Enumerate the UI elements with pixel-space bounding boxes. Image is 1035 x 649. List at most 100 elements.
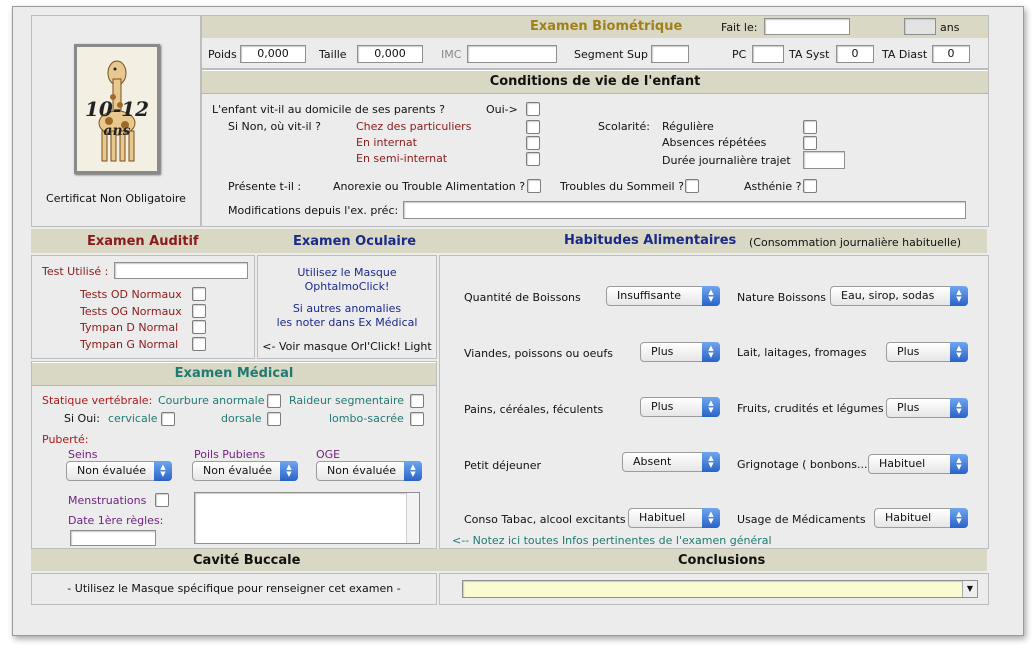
trajet-input[interactable] (803, 151, 845, 169)
modifs-input[interactable] (403, 201, 966, 219)
seins-select[interactable]: Non évaluée ▲ ▼ (66, 461, 172, 481)
cervicale-checkbox[interactable] (161, 412, 175, 426)
asthenie-checkbox[interactable] (803, 179, 817, 193)
logo-age-text: 10-12 (85, 97, 149, 121)
scolarite-trajet: Durée journalière trajet (662, 154, 791, 167)
taille-input[interactable]: 0,000 (357, 45, 423, 63)
segment-input[interactable] (651, 45, 689, 63)
puberte-label: Puberté: (42, 433, 89, 446)
conclusions-combo[interactable]: ▼ (462, 580, 978, 598)
notes-scrollbar[interactable] (406, 493, 419, 543)
nature-label: Nature Boissons (737, 291, 827, 304)
poils-value: Non évaluée (203, 464, 273, 477)
oculaire-title: Examen Oculaire (293, 234, 417, 249)
ta-syst-input[interactable]: 0 (836, 45, 874, 63)
cervicale-label: cervicale (108, 412, 158, 425)
nature-select[interactable]: Eau, sirop, sodas ▲ ▼ (830, 286, 968, 306)
biometrique-title: Examen Biométrique (530, 19, 683, 34)
dorsale-checkbox[interactable] (267, 412, 281, 426)
boissons-select[interactable]: Insuffisante ▲ ▼ (606, 286, 720, 306)
absences-checkbox[interactable] (803, 136, 817, 150)
fruits-label: Fruits, crudités et légumes (737, 402, 884, 415)
tympan-g-label: Tympan G Normal (80, 338, 179, 351)
fait-le-input[interactable] (764, 18, 850, 35)
seins-value: Non évaluée (77, 464, 147, 477)
grignotage-label: Grignotage ( bonbons...) (737, 458, 872, 471)
dorsale-label: dorsale (221, 412, 262, 425)
ans-label: ans (940, 21, 960, 34)
oculaire-line3: Si autres anomalies (292, 302, 402, 315)
poids-input[interactable]: 0,000 (240, 45, 306, 63)
habitudes-panel: Quantité de Boissons Insuffisante ▲ ▼ Nat… (439, 255, 989, 549)
test-og-checkbox[interactable] (192, 304, 206, 318)
oge-value: Non évaluée (327, 464, 397, 477)
test-label: Test Utilisé : (42, 265, 109, 278)
medical-notes-textarea[interactable] (194, 492, 420, 544)
conclusions-panel: ▼ (439, 573, 989, 605)
scolarite-label: Scolarité: (598, 120, 650, 133)
pains-select[interactable]: Plus ▲ ▼ (640, 397, 720, 417)
imc-input[interactable] (467, 45, 557, 63)
giraffe-logo: 10-12 ans (74, 44, 160, 174)
anorexie-label: Anorexie ou Trouble Alimentation ? (333, 180, 526, 193)
conditions-panel: Conditions de vie de l'enfant L'enfant v… (201, 69, 989, 227)
oculaire-line4: les noter dans Ex Médical (276, 316, 418, 329)
medic-value: Habituel (885, 511, 932, 524)
chevron-updown-icon: ▲ ▼ (950, 454, 968, 474)
logo-panel: 10-12 ans Certificat Non Obligatoire (31, 15, 201, 227)
main-window: 10-12 ans Certificat Non Obligatoire Exa… (12, 6, 1024, 636)
oculaire-line1: Utilisez le Masque (297, 266, 397, 279)
oge-select[interactable]: Non évaluée ▲ ▼ (316, 461, 422, 481)
date-regles-label: Date 1ère règles: (68, 514, 164, 527)
q-domicile: L'enfant vit-il au domicile de ses paren… (212, 103, 445, 116)
lait-select[interactable]: Plus ▲ ▼ (886, 342, 968, 362)
test-od-checkbox[interactable] (192, 287, 206, 301)
oui-label: Oui-> (486, 103, 518, 116)
date-regles-input[interactable] (70, 530, 156, 546)
habitudes-subtitle: (Consommation journalière habituelle) (749, 236, 962, 249)
ta-diast-input[interactable]: 0 (932, 45, 970, 63)
grignotage-select[interactable]: Habituel ▲ ▼ (868, 454, 968, 474)
oui-checkbox[interactable] (526, 102, 540, 116)
viandes-select[interactable]: Plus ▲ ▼ (640, 342, 720, 362)
tabac-label: Conso Tabac, alcool excitants (464, 513, 626, 526)
reguliere-checkbox[interactable] (803, 120, 817, 134)
ta-syst-label: TA Syst (789, 48, 830, 61)
fruits-select[interactable]: Plus ▲ ▼ (886, 398, 968, 418)
chevron-down-icon[interactable]: ▼ (962, 581, 977, 597)
tympan-g-checkbox[interactable] (192, 337, 206, 351)
test-input[interactable] (114, 262, 248, 279)
tabac-select[interactable]: Habituel ▲ ▼ (628, 508, 720, 528)
lieu-particuliers-checkbox[interactable] (526, 120, 540, 134)
lombo-checkbox[interactable] (410, 412, 424, 426)
medic-select[interactable]: Habituel ▲ ▼ (874, 508, 968, 528)
test-od-label: Tests OD Normaux (80, 288, 182, 301)
menstruations-checkbox[interactable] (155, 493, 169, 507)
lieu-semi-internat-checkbox[interactable] (526, 152, 540, 166)
poils-select[interactable]: Non évaluée ▲ ▼ (192, 461, 298, 481)
raideur-checkbox[interactable] (410, 394, 424, 408)
chevron-updown-icon: ▲ ▼ (702, 508, 720, 528)
presente-label: Présente t-il : (228, 180, 302, 193)
sommeil-checkbox[interactable] (685, 179, 699, 193)
age-input[interactable] (904, 18, 936, 35)
boissons-value: Insuffisante (617, 289, 682, 302)
lieu-particuliers: Chez des particuliers (356, 120, 472, 133)
lieu-internat: En internat (356, 136, 417, 149)
petit-select[interactable]: Absent ▲ ▼ (622, 452, 720, 472)
test-og-label: Tests OG Normaux (80, 305, 182, 318)
bottom-header-band (31, 549, 987, 571)
lieu-semi-internat: En semi-internat (356, 152, 448, 165)
ta-diast-label: TA Diast (882, 48, 928, 61)
seins-label: Seins (68, 448, 98, 461)
fait-le-label: Fait le: (721, 21, 758, 34)
lieu-internat-checkbox[interactable] (526, 136, 540, 150)
si-oui-label: Si Oui: (64, 412, 100, 425)
tabac-value: Habituel (639, 511, 686, 524)
anorexie-checkbox[interactable] (527, 179, 541, 193)
pc-label: PC (732, 48, 747, 61)
pc-input[interactable] (752, 45, 784, 63)
tympan-d-checkbox[interactable] (192, 320, 206, 334)
courbure-checkbox[interactable] (267, 394, 281, 408)
chevron-updown-icon: ▲ ▼ (154, 461, 172, 481)
